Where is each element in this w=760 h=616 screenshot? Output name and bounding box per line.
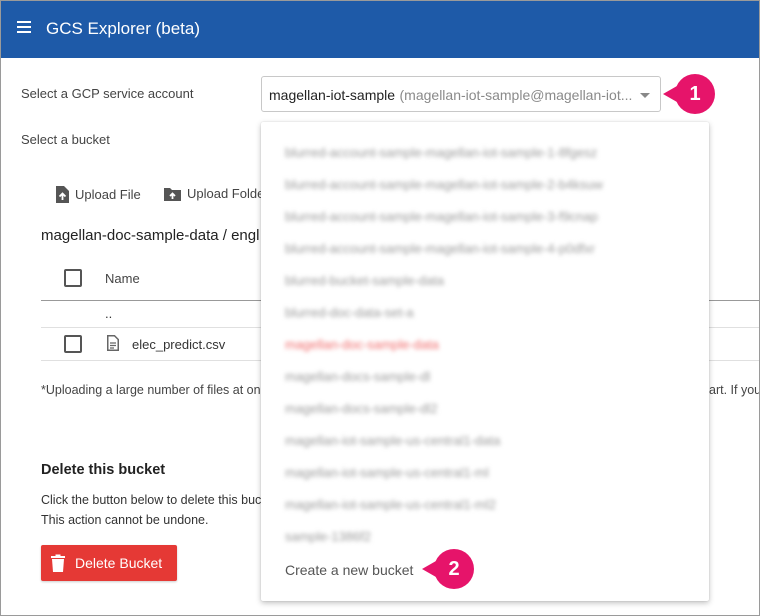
bucket-option[interactable]: magellan-iot-sample-us-central1-ml xyxy=(285,465,489,489)
upload-notice-text: *Uploading a large number of files at on… xyxy=(41,383,267,397)
hamburger-menu-icon[interactable] xyxy=(17,21,33,35)
caret-down-icon xyxy=(640,93,650,98)
bucket-option[interactable]: blurred-doc-data-set-a xyxy=(285,305,414,329)
bucket-label: Select a bucket xyxy=(21,132,110,147)
selected-account-name: magellan-iot-sample xyxy=(269,87,396,103)
delete-bucket-label: Delete Bucket xyxy=(75,555,163,571)
callout-1: 1 xyxy=(663,74,725,114)
breadcrumb[interactable]: magellan-doc-sample-data / engl xyxy=(41,227,259,244)
callout-2-number: 2 xyxy=(434,549,474,589)
callout-1-number: 1 xyxy=(675,74,715,114)
bucket-option[interactable]: magellan-docs-sample-dl xyxy=(285,369,430,393)
bucket-option[interactable]: magellan-iot-sample-us-central1-ml2 xyxy=(285,497,496,521)
upload-folder-icon xyxy=(164,187,181,201)
callout-2: 2 xyxy=(422,549,484,589)
row-checkbox[interactable] xyxy=(64,335,82,353)
app-bar: GCS Explorer (beta) xyxy=(1,1,759,58)
selected-account-email: (magellan-iot-sample@magellan-iot... xyxy=(399,87,633,103)
delete-section-warning: This action cannot be undone. xyxy=(41,513,209,527)
delete-section-title: Delete this bucket xyxy=(41,462,166,478)
create-new-bucket-option[interactable]: Create a new bucket xyxy=(285,562,413,578)
bucket-dropdown-menu: blurred-account-sample-magellan-iot-samp… xyxy=(261,122,709,601)
select-all-checkbox[interactable] xyxy=(64,269,82,287)
delete-bucket-button[interactable]: Delete Bucket xyxy=(41,545,177,581)
delete-section-description: Click the button below to delete this bu… xyxy=(41,493,262,507)
bucket-option[interactable]: blurred-account-sample-magellan-iot-samp… xyxy=(285,241,595,265)
name-column-header[interactable]: Name xyxy=(105,271,140,286)
service-account-label: Select a GCP service account xyxy=(21,86,194,101)
bucket-option[interactable]: sample-1386f2 xyxy=(285,529,371,553)
file-name-link[interactable]: elec_predict.csv xyxy=(132,337,225,352)
bucket-option[interactable]: magellan-docs-sample-dl2 xyxy=(285,401,437,425)
upload-file-button[interactable]: Upload File xyxy=(55,186,141,203)
parent-directory-link[interactable]: .. xyxy=(105,306,112,321)
upload-notice-text-continued: art. If you xyxy=(709,383,760,397)
app-frame: GCS Explorer (beta) Select a GCP service… xyxy=(0,0,760,616)
bucket-option-selected[interactable]: magellan-doc-sample-data xyxy=(285,337,439,361)
upload-folder-label: Upload Folder xyxy=(187,186,269,201)
trash-icon xyxy=(51,554,65,572)
app-title: GCS Explorer (beta) xyxy=(46,19,200,38)
bucket-option[interactable]: blurred-account-sample-magellan-iot-samp… xyxy=(285,209,598,233)
bucket-option[interactable]: blurred-account-sample-magellan-iot-samp… xyxy=(285,145,597,169)
bucket-option[interactable]: blurred-bucket-sample-data xyxy=(285,273,444,297)
upload-file-icon xyxy=(56,186,69,203)
bucket-option[interactable]: blurred-account-sample-magellan-iot-samp… xyxy=(285,177,603,201)
file-icon xyxy=(107,335,119,351)
upload-file-label: Upload File xyxy=(75,187,141,202)
service-account-select[interactable]: magellan-iot-sample (magellan-iot-sample… xyxy=(261,76,661,112)
bucket-option[interactable]: magellan-iot-sample-us-central1-data xyxy=(285,433,500,457)
upload-folder-button[interactable]: Upload Folder xyxy=(164,186,269,201)
